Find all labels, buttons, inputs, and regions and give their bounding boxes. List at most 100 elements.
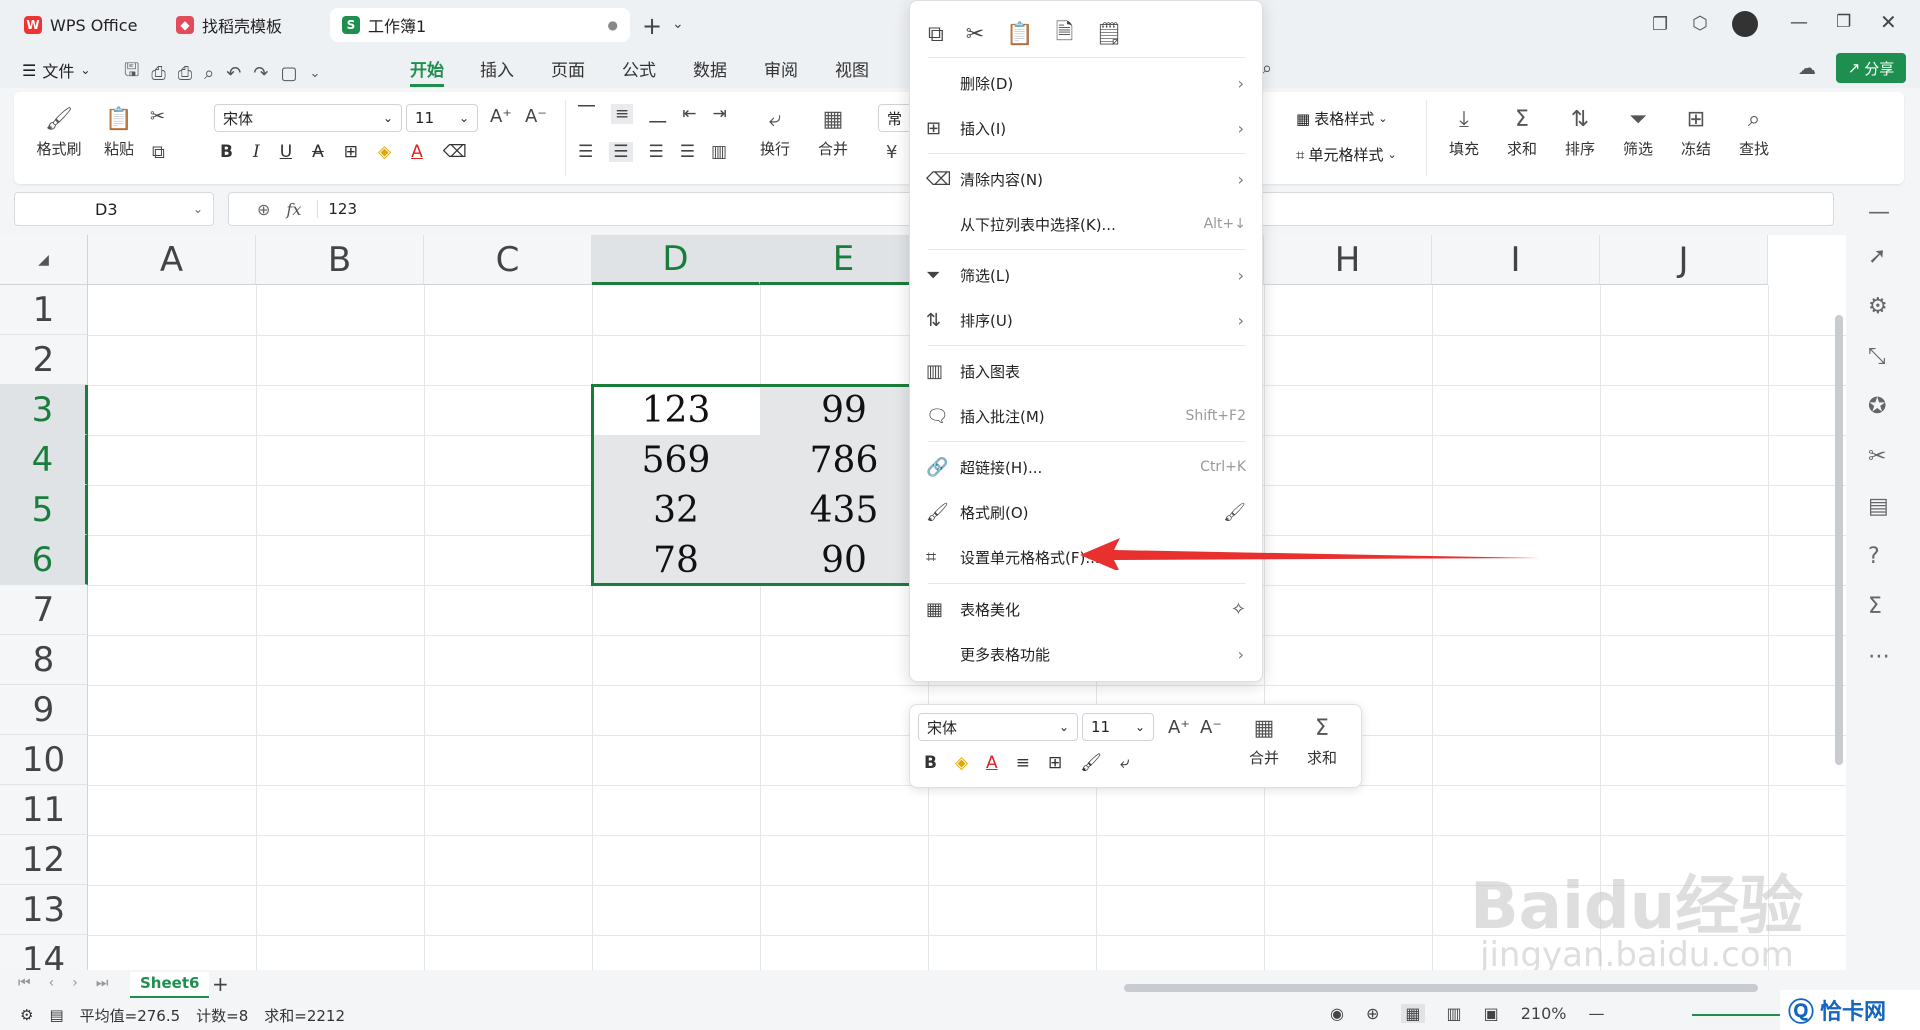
align-center-icon[interactable]: ☰ (609, 142, 633, 162)
add-sheet-icon[interactable]: + (212, 972, 229, 996)
align-right-icon[interactable]: ☰ (649, 142, 664, 162)
border-icon[interactable]: ⊞ (1048, 753, 1062, 773)
menu-item-insert-comment[interactable]: 🗨 插入批注(M) Shift+F2 (910, 394, 1264, 438)
prev-sheet-icon[interactable]: ‹ (49, 975, 55, 991)
page-view-icon[interactable]: ▥ (1447, 1004, 1462, 1023)
row-header-3[interactable]: 3 (0, 385, 88, 435)
cut-icon[interactable]: ✂ (150, 106, 165, 127)
print-icon[interactable]: ⎙ (178, 63, 192, 84)
freeze-button[interactable]: ⊞ 冻结 (1672, 104, 1720, 159)
tab-wps-office[interactable]: W WPS Office (12, 8, 152, 42)
window-mode-icon[interactable]: ❐ (1652, 14, 1668, 35)
menu-item-insert-chart[interactable]: ▥ 插入图表 (910, 349, 1264, 393)
menu-item-format-painter[interactable]: 🖌 格式刷(O) 🖌 (910, 490, 1264, 534)
book-icon[interactable]: ▤ (1868, 494, 1889, 519)
align-top-icon[interactable]: ⎺ (578, 104, 595, 124)
ai-icon[interactable]: ✪ (1868, 394, 1886, 419)
align-middle-icon[interactable]: ≡ (611, 104, 634, 124)
fill-color-icon[interactable]: ◈ (378, 142, 391, 162)
paste-button[interactable]: 📋 粘贴 (94, 104, 144, 159)
normal-view-icon[interactable]: ▦ (1401, 1004, 1425, 1023)
pointer-icon[interactable]: ➚ (1868, 244, 1886, 269)
row-header-11[interactable]: 11 (0, 785, 88, 835)
paste-text-icon[interactable]: 🗎 (1056, 15, 1074, 53)
file-menu[interactable]: ☰ 文件 ⌄ (22, 58, 90, 82)
zoom-level[interactable]: 210% (1521, 1004, 1567, 1023)
decrease-font-icon[interactable]: A⁻ (525, 106, 547, 127)
merge-button[interactable]: ▦ 合并 (806, 104, 860, 159)
scrollbar-thumb[interactable] (1835, 315, 1843, 765)
menu-item-more-features[interactable]: 更多表格功能 › (910, 632, 1264, 676)
sheet-icon[interactable]: ▤ (49, 1006, 63, 1024)
menu-tab-view[interactable]: 视图 (835, 56, 869, 81)
save-icon[interactable]: 🖫 (124, 58, 139, 88)
fx-icon[interactable]: fx (286, 200, 301, 219)
close-icon[interactable]: ✕ (1880, 10, 1897, 34)
border-icon[interactable]: ⊞ (344, 142, 358, 162)
fill-color-icon[interactable]: ◈ (955, 753, 968, 773)
increase-indent-icon[interactable]: ⇥ (713, 104, 727, 124)
column-header-d[interactable]: D (592, 235, 760, 285)
zoom-out-icon[interactable]: — (1589, 1004, 1605, 1023)
menu-tab-review[interactable]: 审阅 (764, 56, 798, 81)
align-icon[interactable]: ≡ (1016, 753, 1030, 773)
column-header-e[interactable]: E (760, 235, 928, 285)
menu-tab-page[interactable]: 页面 (551, 56, 585, 81)
adjust-icon[interactable]: ⚙ (1868, 294, 1888, 319)
macro-icon[interactable]: ⚙ (20, 1006, 33, 1024)
column-header-j[interactable]: J (1600, 235, 1768, 285)
distribute-icon[interactable]: ▥ (711, 142, 727, 162)
vertical-scrollbar[interactable] (1832, 285, 1846, 973)
italic-icon[interactable]: I (253, 142, 260, 162)
sum-button[interactable]: Σ 求和 (1498, 104, 1546, 159)
chevron-down-icon[interactable]: ⌄ (309, 66, 320, 81)
increase-font-icon[interactable]: A⁺ (490, 106, 512, 127)
menu-item-filter[interactable]: ⏷ 筛选(L) › (910, 253, 1264, 297)
column-header-c[interactable]: C (424, 235, 592, 285)
mini-font-size-select[interactable]: 11 ⌄ (1082, 713, 1154, 741)
menu-tab-home[interactable]: 开始 (410, 56, 444, 87)
paste-icon[interactable]: 📋 (1006, 22, 1033, 47)
clear-format-icon[interactable]: ⌫ (443, 142, 467, 162)
unsaved-dot-icon[interactable]: ● (608, 18, 618, 32)
more-icon[interactable]: ⋯ (1868, 644, 1890, 669)
row-header-6[interactable]: 6 (0, 535, 88, 585)
increase-font-icon[interactable]: A⁺ (1168, 717, 1190, 738)
tab-workbook[interactable]: S 工作簿1 ● (330, 8, 630, 42)
formula-icon[interactable]: Σ (1868, 594, 1882, 619)
row-header-13[interactable]: 13 (0, 885, 88, 935)
row-header-7[interactable]: 7 (0, 585, 88, 635)
row-header-14[interactable]: 14 (0, 935, 88, 973)
name-box[interactable]: D3 ⌄ (14, 192, 214, 226)
row-header-1[interactable]: 1 (0, 285, 88, 335)
strikethrough-icon[interactable]: A (312, 142, 324, 162)
bold-icon[interactable]: B (220, 142, 233, 162)
sort-button[interactable]: ⇅ 排序 (1556, 104, 1604, 159)
column-header-a[interactable]: A (88, 235, 256, 285)
row-header-5[interactable]: 5 (0, 485, 88, 535)
share-button[interactable]: ↗ 分享 (1836, 53, 1906, 83)
export-icon[interactable]: ⎙ (151, 63, 165, 84)
menu-item-beautify[interactable]: ▦ 表格美化 ✧ (910, 587, 1264, 631)
next-sheet-icon[interactable]: › (72, 975, 78, 991)
locate-icon[interactable]: ⊕ (1366, 1004, 1379, 1023)
row-header-12[interactable]: 12 (0, 835, 88, 885)
redo-icon[interactable]: ↷ (253, 63, 268, 84)
eye-icon[interactable]: ◉ (1330, 1004, 1344, 1023)
new-tab-icon[interactable]: + (642, 12, 662, 40)
menu-item-sort[interactable]: ⇅ 排序(U) › (910, 298, 1264, 342)
collapse-icon[interactable]: — (1868, 200, 1890, 225)
bold-icon[interactable]: B (924, 753, 937, 773)
transform-icon[interactable]: ⤡ (1868, 344, 1886, 369)
justify-icon[interactable]: ☰ (680, 142, 695, 162)
menu-item-hyperlink[interactable]: 🔗 超链接(H)... Ctrl+K (910, 445, 1264, 489)
number-format-select[interactable]: 常 (878, 104, 912, 132)
filter-button[interactable]: ⏷ 筛选 (1614, 104, 1662, 159)
zoom-slider[interactable] (1692, 1014, 1782, 1016)
cloud-upload-icon[interactable]: ☁ (1798, 58, 1816, 79)
formula-input[interactable]: 123 (317, 200, 357, 218)
cube-icon[interactable]: ⬡ (1692, 13, 1708, 34)
avatar[interactable] (1732, 11, 1758, 37)
copy-icon[interactable]: ⧉ (152, 142, 165, 163)
copy-icon[interactable]: ⧉ (928, 22, 944, 47)
